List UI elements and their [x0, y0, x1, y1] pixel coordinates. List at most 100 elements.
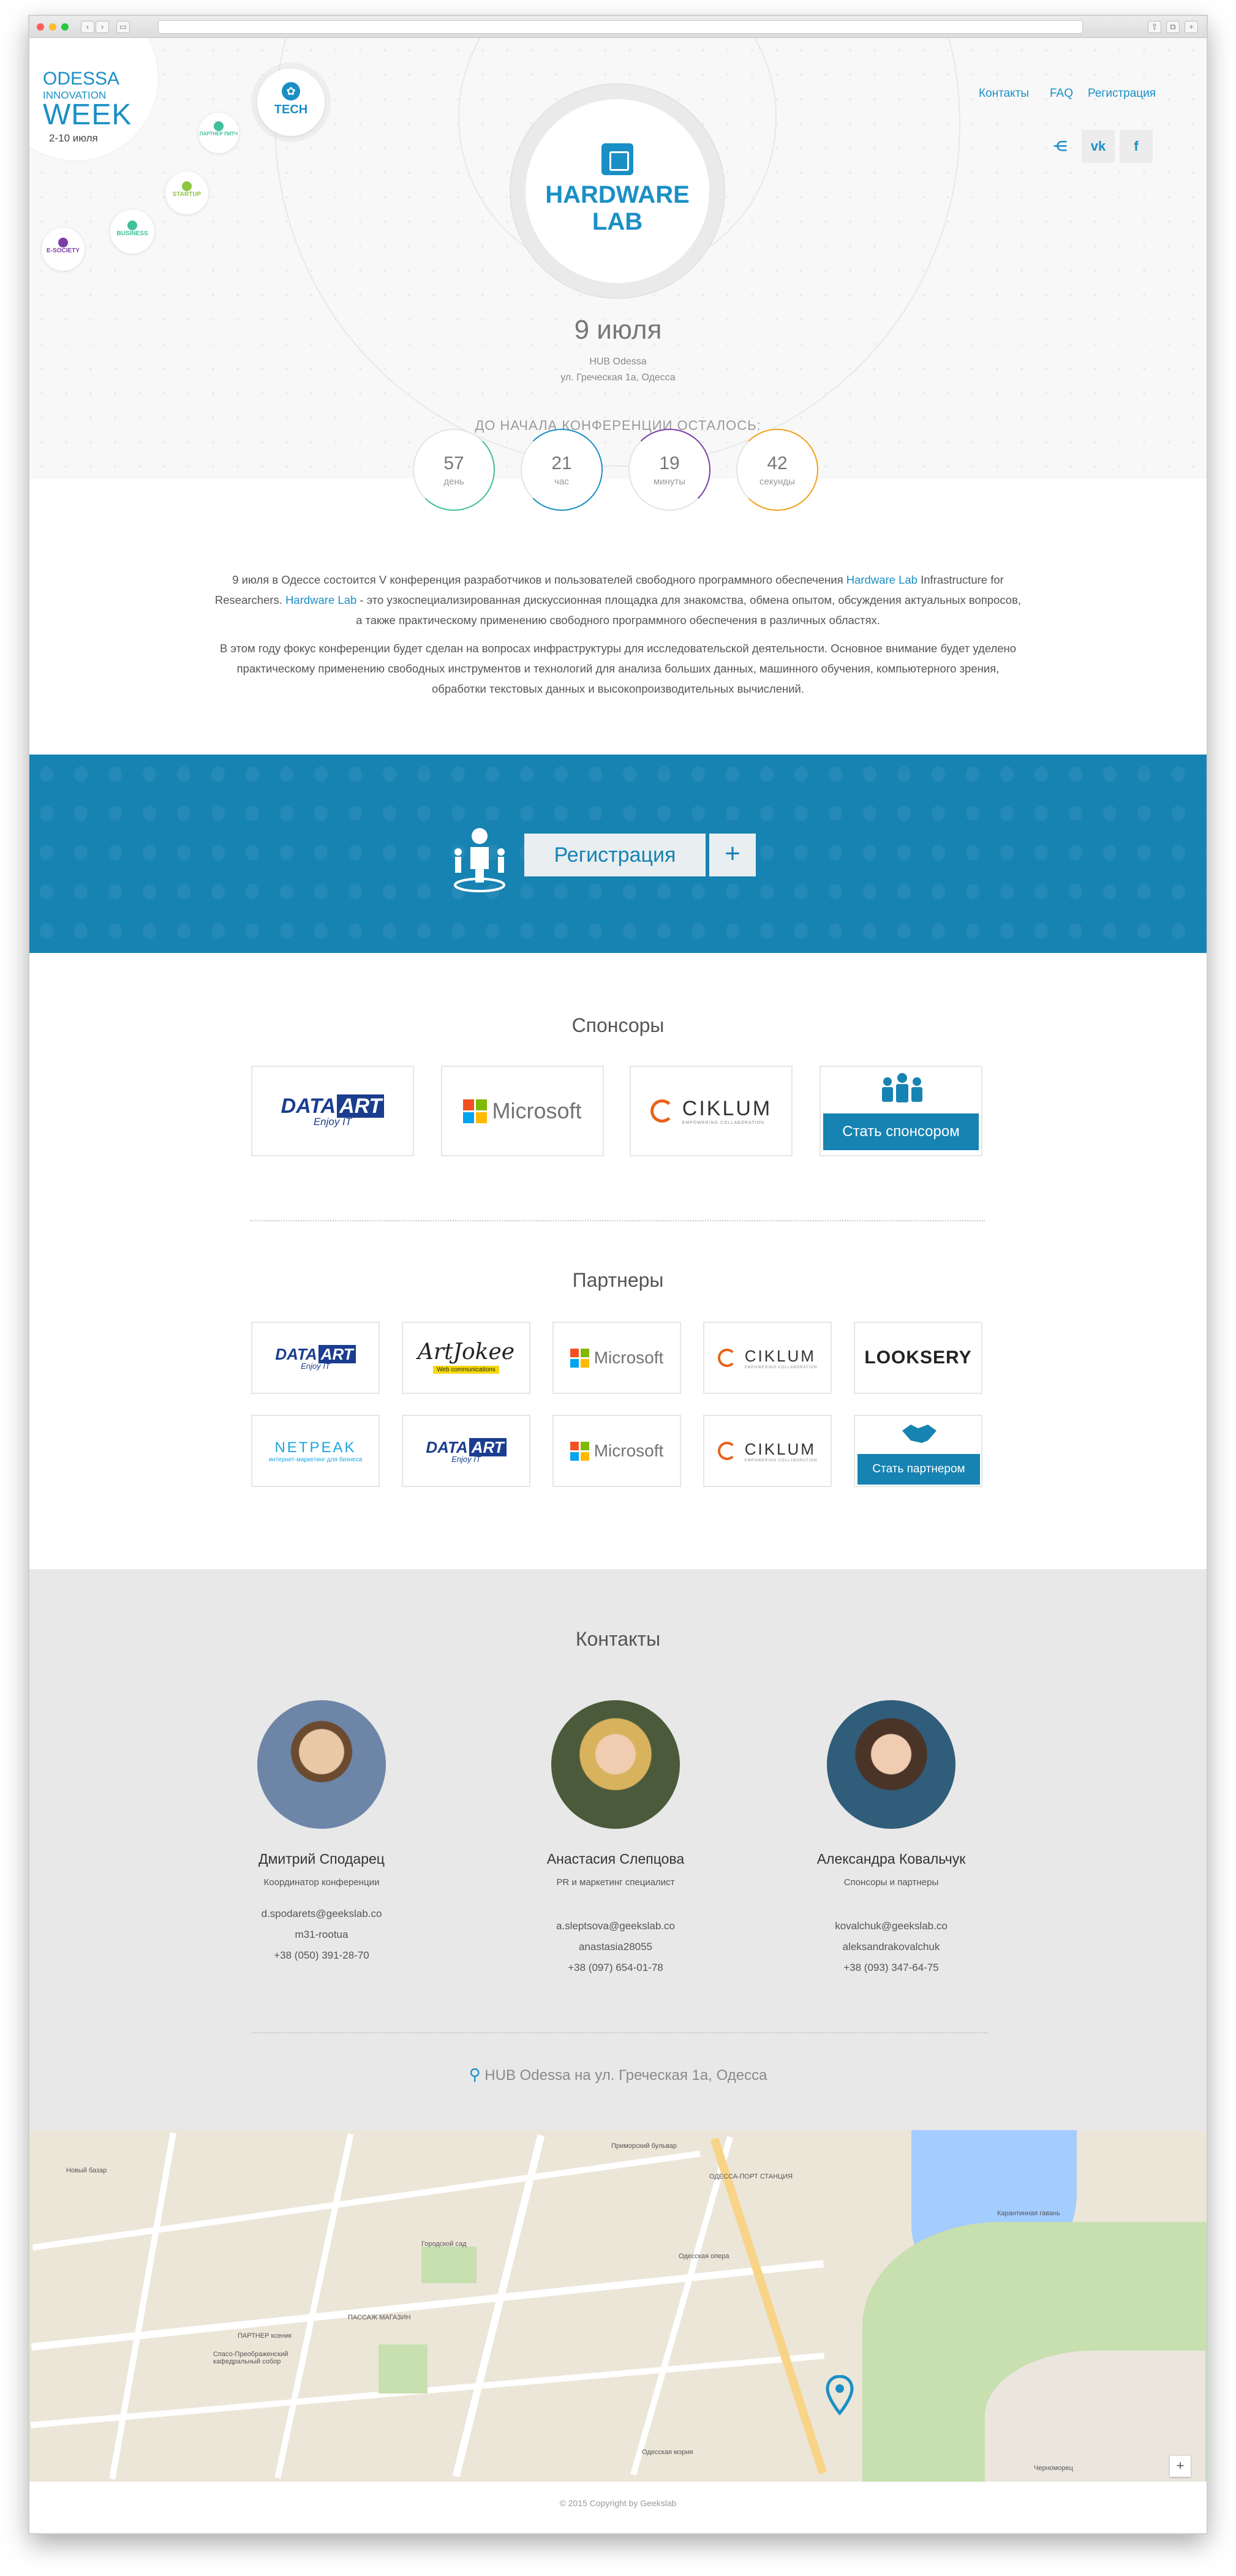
address-bar[interactable] — [158, 20, 1083, 34]
partner-dataart[interactable]: DATA ART Enjoy IT — [402, 1415, 530, 1487]
map-road — [109, 2132, 176, 2480]
nav-faq-link[interactable]: FAQ — [1050, 87, 1073, 100]
dataart-logo: DATA ART Enjoy IT — [281, 1094, 385, 1127]
countdown-label: ДО НАЧАЛА КОНФЕРЕНЦИИ ОСТАЛОСЬ: — [475, 418, 761, 433]
map-marker-icon[interactable] — [826, 2375, 854, 2416]
contact-phone[interactable]: +38 (097) 654-01-78 — [475, 1957, 756, 1978]
contact-email[interactable]: a.sleptsova@geekslab.co — [475, 1916, 756, 1937]
event-title-line2: LAB — [592, 208, 643, 235]
logo-week[interactable]: WEEK — [43, 100, 132, 130]
contact-email[interactable]: d.spodarets@geekslab.co — [181, 1904, 462, 1924]
dataart-logo: DATA ART Enjoy IT — [275, 1344, 356, 1370]
contact-role: Спонсоры и партнеры — [843, 1877, 939, 1888]
contact-phone[interactable]: +38 (050) 391-28-70 — [181, 1945, 462, 1966]
contact-email[interactable]: kovalchuk@geekslab.co — [750, 1916, 1032, 1937]
track-startup[interactable]: STARTUP — [165, 171, 208, 214]
partner-ciklum[interactable]: CIKLUM EMPOWERING COLLABORATION — [703, 1415, 832, 1487]
track-tech-label: TECH — [274, 103, 308, 116]
contact-phone[interactable]: +38 (093) 347-64-75 — [750, 1957, 1032, 1978]
microsoft-logo: Microsoft — [570, 1441, 664, 1461]
become-sponsor-button[interactable]: Стать спонсором — [823, 1113, 979, 1150]
tabs-icon[interactable]: ⧉ — [1166, 21, 1180, 33]
partner-ciklum[interactable]: CIKLUM EMPOWERING COLLABORATION — [703, 1322, 832, 1394]
track-business[interactable]: BUSINESS — [110, 209, 154, 254]
countdown-hours-unit: час — [554, 476, 569, 487]
e-society-icon — [58, 238, 68, 247]
partner-artjokee[interactable]: ArtJokee Web communications — [402, 1322, 530, 1394]
contact-card-1: Дмитрий Сподарец Координатор конференции… — [181, 1851, 462, 1966]
ciklum-logo: CIKLUM EMPOWERING COLLABORATION — [717, 1346, 818, 1369]
contact-card-2: Анастасия Слепцова PR и маркетинг специа… — [475, 1851, 756, 1978]
become-partner-button[interactable]: Стать партнером — [857, 1454, 980, 1485]
contact-skype[interactable]: anastasia28055 — [475, 1937, 756, 1957]
partner-microsoft[interactable]: Microsoft — [552, 1415, 681, 1487]
partner-microsoft[interactable]: Microsoft — [552, 1322, 681, 1394]
netpeak-logo: NETPEAK интернет-маркетинг для бизнеса — [269, 1439, 363, 1463]
contact-role: PR и маркетинг специалист — [556, 1877, 675, 1888]
zoom-window-button[interactable] — [61, 23, 69, 31]
registration-expand-button[interactable]: + — [709, 834, 756, 876]
map-zoom-in-button[interactable]: + — [1170, 2456, 1191, 2477]
nav-register-link[interactable]: Регистрация — [1088, 87, 1156, 100]
countdown-days-unit: день — [443, 476, 464, 487]
nav-contacts-link[interactable]: Контакты — [979, 87, 1029, 100]
netpeak-logo-tagline: интернет-маркетинг для бизнеса — [268, 1456, 363, 1463]
registration-button[interactable]: Регистрация — [524, 834, 706, 876]
share-icon[interactable]: ⋲ — [1044, 130, 1077, 163]
partner-pitch-icon — [214, 121, 224, 131]
map-label: Карантинная гавань — [997, 2210, 1060, 2217]
ciklum-logo-text: CIKLUM — [744, 1346, 816, 1365]
sponsor-ciklum[interactable]: CIKLUM EMPOWERING COLLABORATION — [630, 1066, 793, 1156]
partner-dataart[interactable]: DATA ART Enjoy IT — [251, 1322, 380, 1394]
sponsor-dataart[interactable]: DATA ART Enjoy IT — [251, 1066, 414, 1156]
chip-icon — [601, 143, 633, 175]
contact-name: Дмитрий Сподарец — [258, 1851, 385, 1867]
become-sponsor-card[interactable]: Стать спонсором — [820, 1066, 982, 1156]
countdown-minutes: 19 минуты — [628, 429, 710, 511]
vk-icon[interactable]: vk — [1082, 130, 1115, 163]
logo-city[interactable]: ODESSA — [43, 70, 119, 88]
map-label: Городской сад — [421, 2240, 467, 2248]
venue-address-text: ул. Греческая 1а, Одесса — [595, 2067, 767, 2084]
dataart-logo-text: DATA — [426, 1437, 468, 1456]
become-partner-card[interactable]: Стать партнером — [854, 1415, 982, 1487]
partners-title: Партнеры — [572, 1269, 664, 1291]
hardware-lab-link[interactable]: Hardware Lab — [846, 573, 918, 586]
countdown-minutes-value: 19 — [659, 453, 680, 473]
ciklum-logo-icon — [717, 1349, 736, 1367]
track-partner-pitch[interactable]: ПАРТНЕР ПИТЧ — [198, 113, 239, 153]
intro-text: 9 июля в Одессе состоится V конференция … — [232, 573, 846, 586]
contacts-title: Контакты — [575, 1628, 661, 1650]
event-address: ул. Греческая 1а, Одесса — [560, 372, 676, 383]
track-tech[interactable]: ✿ TECH — [257, 69, 325, 136]
microsoft-logo-text: Microsoft — [594, 1441, 664, 1460]
venue-address-prefix: HUB Odessa на — [484, 2067, 595, 2084]
partner-looksery[interactable]: LOOKSERY — [854, 1322, 982, 1394]
contact-skype[interactable]: aleksandrakovalchuk — [750, 1937, 1032, 1957]
hero-section: ODESSA INNOVATION WEEK 2-10 июля ✿ TECH … — [29, 38, 1207, 479]
map-label: ПАРТНЕР ксеник — [238, 2332, 292, 2340]
intro-text: - это узкоспециализированная дискуссионн… — [356, 593, 1022, 627]
avatar-dmitry — [257, 1700, 386, 1829]
map-label: Одесская мэрия — [642, 2449, 693, 2456]
countdown-hours: 21 час — [521, 429, 603, 511]
hardware-lab-link[interactable]: Hardware Lab — [285, 593, 356, 606]
forward-button[interactable]: › — [96, 21, 109, 33]
share-browser-icon[interactable]: ⇪ — [1148, 21, 1161, 33]
artjokee-logo: ArtJokee Web communications — [418, 1341, 514, 1374]
sponsors-title: Спонсоры — [571, 1014, 665, 1036]
back-button[interactable]: ‹ — [81, 21, 94, 33]
location-map[interactable]: Приморский бульвар ОДЕССА-ПОРТ СТАНЦИЯ Г… — [29, 2130, 1207, 2482]
sponsor-microsoft[interactable]: Microsoft — [441, 1066, 604, 1156]
partner-netpeak[interactable]: NETPEAK интернет-маркетинг для бизнеса — [251, 1415, 380, 1487]
close-window-button[interactable] — [37, 23, 44, 31]
facebook-icon[interactable]: f — [1120, 130, 1153, 163]
add-tab-icon[interactable]: + — [1185, 21, 1198, 33]
contact-skype[interactable]: m31-rootua — [181, 1924, 462, 1945]
ciklum-logo: CIKLUM EMPOWERING COLLABORATION — [650, 1097, 772, 1125]
minimize-window-button[interactable] — [49, 23, 56, 31]
track-e-society[interactable]: E-SOCIETY — [42, 228, 85, 271]
sidebar-toggle-icon[interactable]: ▭ — [116, 21, 130, 33]
map-label: Черноморец — [1034, 2465, 1073, 2472]
dataart-logo-text: DATA — [275, 1344, 317, 1363]
